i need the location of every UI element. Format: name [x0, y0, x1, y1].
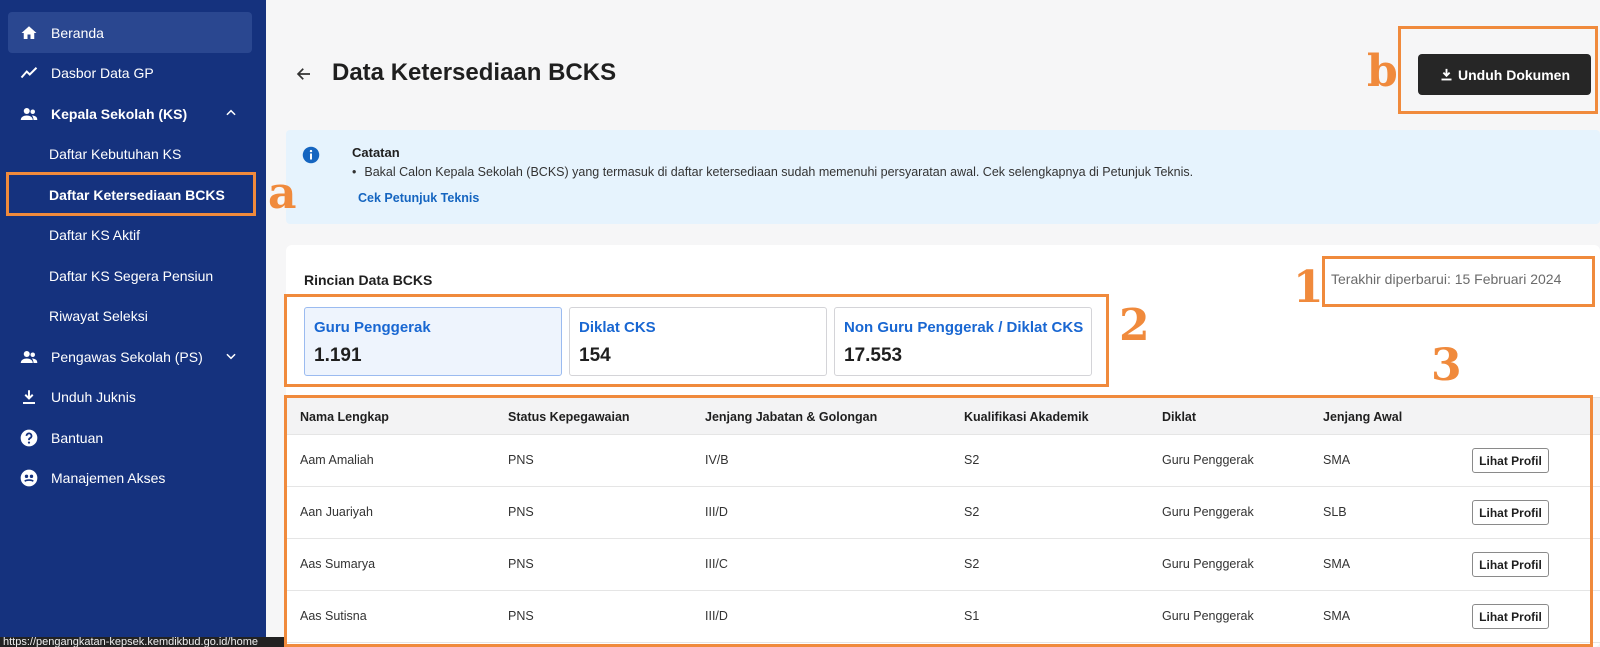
note-banner: Catatan • Bakal Calon Kepala Sekolah (BC…: [286, 130, 1600, 224]
sidebar-item-daftar-ks-aktif[interactable]: Daftar KS Aktif: [8, 214, 252, 255]
technical-guide-link[interactable]: Cek Petunjuk Teknis: [358, 191, 479, 205]
annotation-label-3: 3: [1431, 340, 1462, 391]
annotation-label-a: a: [268, 168, 297, 219]
sidebar: Beranda Dasbor Data GP Kepala Sekolah (K…: [0, 0, 266, 647]
chart-line-icon: [19, 63, 39, 83]
sidebar-item-bantuan[interactable]: Bantuan: [8, 417, 252, 458]
sidebar-item-daftar-ks-segera-pensiun[interactable]: Daftar KS Segera Pensiun: [8, 255, 252, 296]
annotation-label-b: b: [1367, 46, 1398, 97]
sidebar-item-label: Daftar Kebutuhan KS: [49, 145, 182, 162]
annotation-box-b: [1398, 26, 1598, 114]
people-icon: [19, 104, 39, 124]
home-icon: [19, 23, 39, 43]
download-icon: [19, 387, 39, 407]
sidebar-item-label: Dasbor Data GP: [51, 64, 154, 81]
details-title: Rincian Data BCKS: [304, 272, 433, 288]
annotation-box-2: [284, 294, 1109, 387]
sidebar-item-daftar-kebutuhan-ks[interactable]: Daftar Kebutuhan KS: [8, 133, 252, 174]
annotation-label-1: 1: [1293, 262, 1324, 313]
bullet: •: [352, 165, 357, 179]
sidebar-item-label: Beranda: [51, 24, 104, 41]
sidebar-item-label: Pengawas Sekolah (PS): [51, 348, 203, 365]
info-icon: [302, 146, 320, 164]
arrow-left-icon: [296, 68, 310, 80]
page-title: Data Ketersediaan BCKS: [332, 59, 617, 86]
annotation-box-3: [284, 395, 1593, 647]
sidebar-item-dasbor[interactable]: Dasbor Data GP: [8, 52, 252, 93]
sidebar-item-beranda[interactable]: Beranda: [8, 12, 252, 53]
help-icon: [19, 428, 39, 448]
sidebar-item-label: Unduh Juknis: [51, 388, 136, 405]
sidebar-item-label: Manajemen Akses: [51, 469, 166, 486]
note-text: • Bakal Calon Kepala Sekolah (BCKS) yang…: [352, 165, 1193, 179]
sidebar-item-unduh-juknis[interactable]: Unduh Juknis: [8, 376, 252, 417]
sidebar-item-kepala-sekolah[interactable]: Kepala Sekolah (KS): [8, 93, 252, 134]
sidebar-item-label: Daftar KS Aktif: [49, 226, 141, 243]
sidebar-item-label: Riwayat Seleksi: [49, 307, 148, 324]
sidebar-item-label: Daftar KS Segera Pensiun: [49, 267, 214, 284]
sidebar-item-pengawas-sekolah[interactable]: Pengawas Sekolah (PS): [8, 336, 252, 377]
annotation-box-a: [6, 172, 256, 216]
sidebar-item-riwayat-seleksi[interactable]: Riwayat Seleksi: [8, 295, 252, 336]
people-icon: [19, 347, 39, 367]
access-icon: [19, 468, 39, 488]
chevron-up-icon: [226, 109, 236, 116]
annotation-box-1: [1322, 256, 1595, 307]
note-title: Catatan: [352, 145, 400, 160]
back-button[interactable]: [292, 62, 316, 86]
sidebar-item-label: Bantuan: [51, 429, 104, 446]
sidebar-item-label: Kepala Sekolah (KS): [51, 105, 188, 122]
annotation-label-2: 2: [1119, 300, 1150, 351]
chevron-down-icon: [226, 353, 236, 360]
note-text-content: Bakal Calon Kepala Sekolah (BCKS) yang t…: [364, 165, 1194, 179]
sidebar-item-manajemen-akses[interactable]: Manajemen Akses: [8, 457, 252, 498]
